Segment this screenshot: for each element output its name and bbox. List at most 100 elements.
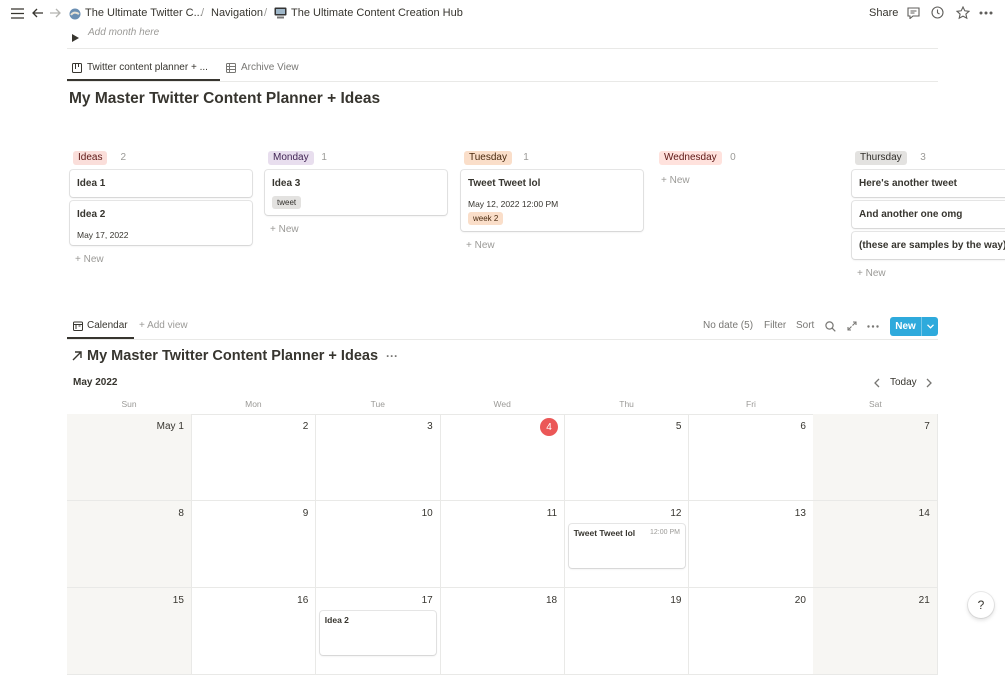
board-title: My Master Twitter Content Planner + Idea… (69, 90, 381, 107)
day-number: 18 (545, 595, 558, 606)
calendar-event[interactable]: Tweet Tweet lol 12:00 PM (568, 524, 685, 568)
more-options-icon[interactable] (978, 5, 994, 20)
add-card-button[interactable]: + New (661, 175, 690, 186)
plus-icon: + (466, 240, 475, 251)
calendar-day-cell[interactable]: 16 (191, 588, 317, 675)
day-number: 9 (302, 508, 309, 519)
plus-icon: + (75, 254, 84, 265)
calendar-day-cell[interactable]: 8 (67, 501, 192, 588)
calendar-day-cell[interactable]: 5 (564, 414, 690, 501)
calendar-day-cell[interactable]: 13 (689, 501, 814, 588)
card-date: May 12, 2022 12:00 PM (468, 199, 559, 209)
board-card[interactable]: Idea 3 tweet (265, 170, 447, 215)
help-button[interactable]: ? (968, 592, 994, 618)
add-view-label: Add view (147, 320, 188, 331)
calendar-icon (73, 321, 83, 331)
computer-emoji-icon (273, 6, 287, 19)
group-count: 3 (920, 152, 926, 163)
group-label: Wednesday (659, 151, 722, 165)
toggle-arrow-icon[interactable] (72, 29, 80, 42)
favorite-star-icon[interactable] (955, 5, 970, 20)
weekday-header: Fri (746, 399, 756, 409)
breadcrumb-item[interactable]: The Ultimate Content Creation Hub (291, 7, 463, 19)
tab-calendar-view[interactable]: Calendar (73, 320, 128, 331)
more-options-icon[interactable]: ··· (386, 349, 398, 363)
breadcrumb-separator: / (201, 7, 205, 19)
calendar-day-cell[interactable]: 14 (813, 501, 938, 588)
calendar-day-cell[interactable]: May 1 (67, 414, 192, 501)
forward-arrow-icon[interactable] (47, 6, 63, 20)
linked-database-title[interactable]: My Master Twitter Content Planner + Idea… (71, 348, 398, 364)
weekday-header: Wed (493, 399, 511, 409)
top-bar: The Ultimate Twitter C... / Navigation /… (0, 0, 1005, 27)
help-label: ? (977, 598, 985, 612)
board-card[interactable]: Idea 1 (70, 170, 252, 197)
card-title: Idea 2 (77, 209, 106, 220)
tab-archive-view[interactable]: Archive View (226, 62, 299, 73)
calendar-day-cell[interactable]: 6 (689, 414, 814, 501)
add-card-label: New (474, 240, 495, 251)
calendar-event[interactable]: Idea 2 (319, 611, 437, 655)
plus-icon: + (857, 268, 866, 279)
board-card[interactable]: (these are samples by the way) (852, 232, 1005, 259)
add-card-button[interactable]: + New (466, 240, 495, 251)
day-number: 6 (800, 421, 806, 432)
plus-icon: + (270, 224, 279, 235)
calendar-day-cell[interactable]: 2 (191, 414, 317, 501)
group-count: 0 (730, 152, 736, 163)
card-tag: week 2 (468, 212, 504, 225)
next-month-icon[interactable] (923, 377, 935, 389)
add-card-button[interactable]: + New (75, 254, 104, 265)
new-button[interactable]: New (890, 317, 938, 336)
add-card-button[interactable]: + New (857, 268, 886, 279)
calendar-day-cell[interactable]: 20 (689, 588, 814, 675)
tab-board-view[interactable]: Twitter content planner + ... (72, 62, 208, 73)
calendar-day-cell[interactable]: 10 (315, 501, 441, 588)
card-title: And another one omg (859, 209, 963, 220)
add-card-button[interactable]: + New (270, 224, 299, 235)
search-icon[interactable] (824, 320, 836, 332)
board-card[interactable]: And another one omg (852, 201, 1005, 228)
calendar-day-cell[interactable]: 11 (440, 501, 566, 588)
add-view-button[interactable]: + Add view (139, 320, 188, 331)
share-button[interactable]: Share (869, 7, 898, 19)
updates-clock-icon[interactable] (930, 5, 945, 20)
filter-button[interactable]: Filter (764, 320, 786, 331)
board-card[interactable]: Tweet Tweet lol May 12, 2022 12:00 PM week… (461, 170, 643, 231)
view-options-icon[interactable] (866, 320, 880, 332)
calendar-day-cell[interactable]: 15 (67, 588, 192, 675)
card-title: Tweet Tweet lol (468, 178, 541, 189)
add-month-toggle[interactable]: Add month here (88, 27, 159, 38)
day-number: 7 (924, 421, 930, 432)
calendar-toolbar-divider (67, 339, 938, 340)
board-card[interactable]: Idea 2 May 17, 2022 (70, 201, 252, 245)
add-card-label: New (278, 224, 299, 235)
comments-icon[interactable] (906, 5, 921, 20)
day-number: May 1 (156, 421, 184, 432)
calendar-day-cell[interactable]: 19 (564, 588, 690, 675)
sidebar-menu-icon[interactable] (9, 6, 25, 20)
group-label: Ideas (73, 151, 108, 165)
today-button[interactable]: Today (890, 377, 917, 388)
calendar-day-cell[interactable]: 3 (315, 414, 441, 501)
calendar-day-cell[interactable]: 9 (191, 501, 317, 588)
board-card[interactable]: Here's another tweet (852, 170, 1005, 197)
breadcrumb-item[interactable]: Navigation (211, 7, 263, 19)
calendar-day-cell[interactable]: 4 (440, 414, 566, 501)
tabs-divider (67, 81, 938, 82)
new-button-dropdown[interactable] (921, 317, 938, 336)
no-date-button[interactable]: No date (5) (703, 320, 753, 331)
calendar-day-cell[interactable]: 21 (813, 588, 938, 675)
sort-button[interactable]: Sort (796, 320, 814, 331)
page-emoji-icon (68, 7, 81, 20)
breadcrumb-item[interactable]: The Ultimate Twitter C... (85, 7, 203, 19)
calendar-day-cell[interactable]: 18 (440, 588, 566, 675)
day-number: 10 (421, 508, 433, 519)
calendar-day-cell[interactable]: 7 (813, 414, 938, 501)
previous-month-icon[interactable] (871, 377, 883, 389)
back-arrow-icon[interactable] (30, 6, 46, 20)
day-number: 17 (421, 595, 433, 606)
expand-icon[interactable] (846, 320, 858, 332)
event-time: 12:00 PM (650, 529, 680, 536)
add-card-label: New (865, 268, 886, 279)
